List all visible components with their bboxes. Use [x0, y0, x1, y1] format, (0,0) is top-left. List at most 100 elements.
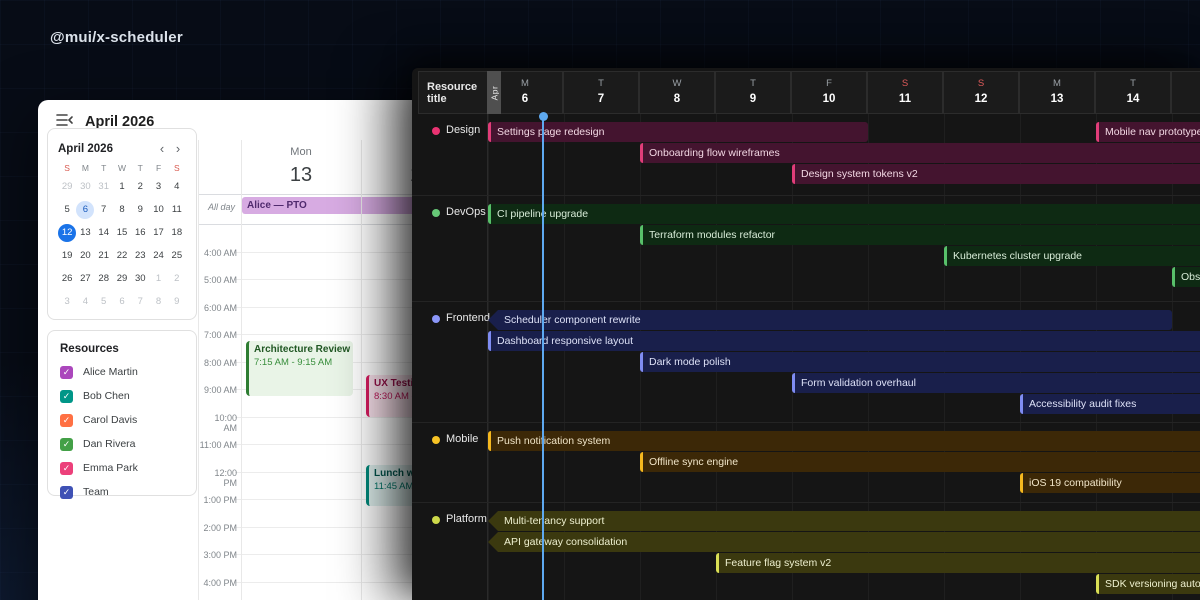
sidebar-collapse-icon[interactable] — [56, 113, 74, 127]
calendar-day[interactable]: 4 — [168, 175, 186, 198]
timeline-resource-row: DevOpsCI pipeline upgradeTerraform modul… — [412, 196, 1200, 302]
day-letter: T — [716, 78, 790, 89]
calendar-day[interactable]: 3 — [149, 175, 167, 198]
resource-color-dot — [432, 315, 440, 323]
timeline-task-bar[interactable]: Settings page redesign — [488, 122, 868, 142]
resource-name: DevOps — [446, 206, 486, 218]
timeline-task-bar[interactable]: Scheduler component rewrite — [488, 310, 1172, 330]
weekday-label: W — [113, 163, 131, 173]
calendar-day[interactable]: 7 — [95, 198, 113, 221]
timeline-task-bar[interactable]: Onboarding flow wireframes — [640, 143, 1200, 163]
calendar-day[interactable]: 7 — [131, 290, 149, 313]
calendar-day[interactable]: 28 — [95, 267, 113, 290]
calendar-day[interactable]: 9 — [131, 198, 149, 221]
calendar-day[interactable]: 25 — [168, 244, 186, 267]
calendar-day[interactable]: 21 — [95, 244, 113, 267]
resource-list-item[interactable]: ✓Alice Martin — [60, 365, 184, 379]
timeline-task-bar[interactable]: Observability stack — [1172, 267, 1200, 287]
resource-checkbox[interactable]: ✓ — [60, 414, 73, 427]
weekday-label: F — [149, 163, 167, 173]
resource-list-item[interactable]: ✓Bob Chen — [60, 389, 184, 403]
resource-color-dot — [432, 209, 440, 217]
calendar-day-number: 29 — [113, 270, 131, 288]
calendar-day[interactable]: 22 — [113, 244, 131, 267]
calendar-day[interactable]: 14 — [95, 221, 113, 244]
timeline-task-bar[interactable]: Design system tokens v2 — [792, 164, 1200, 184]
calendar-day[interactable]: 20 — [76, 244, 94, 267]
timeline-task-bar[interactable]: Kubernetes cluster upgrade — [944, 246, 1200, 266]
calendar-day[interactable]: 10 — [149, 198, 167, 221]
timeline-task-bar[interactable]: Terraform modules refactor — [640, 225, 1200, 245]
resource-checkbox[interactable]: ✓ — [60, 462, 73, 475]
timeline-task-bar[interactable]: Push notification system — [488, 431, 1200, 451]
timeline-task-bar[interactable]: Mobile nav prototype — [1096, 122, 1200, 142]
calendar-day-number: 27 — [76, 270, 94, 288]
timeline-day-cell: M13 — [1019, 71, 1095, 114]
timeline-task-bar[interactable]: Feature flag system v2 — [716, 553, 1200, 573]
timeline-task-bar[interactable]: Dashboard responsive layout — [488, 331, 1200, 351]
prev-month-button[interactable]: ‹ — [154, 141, 170, 157]
day-column-header[interactable]: Mon13 — [241, 146, 361, 187]
calendar-day[interactable]: 27 — [76, 267, 94, 290]
day-letter: F — [792, 78, 866, 89]
calendar-day[interactable]: 24 — [149, 244, 167, 267]
calendar-day[interactable]: 11 — [168, 198, 186, 221]
next-month-button[interactable]: › — [170, 141, 186, 157]
calendar-day[interactable]: 30 — [76, 175, 94, 198]
calendar-day-number: 24 — [150, 247, 168, 265]
resource-list-item[interactable]: ✓Team — [60, 485, 184, 499]
calendar-day[interactable]: 13 — [76, 221, 94, 244]
resource-checkbox[interactable]: ✓ — [60, 366, 73, 379]
calendar-day[interactable]: 9 — [168, 290, 186, 313]
calendar-day[interactable]: 12 — [58, 221, 76, 244]
resource-checkbox[interactable]: ✓ — [60, 486, 73, 499]
resource-checkbox[interactable]: ✓ — [60, 390, 73, 403]
resource-list-item[interactable]: ✓Dan Rivera — [60, 437, 184, 451]
calendar-day[interactable]: 17 — [149, 221, 167, 244]
timeline-task-bar[interactable]: Offline sync engine — [640, 452, 1200, 472]
resource-checkbox[interactable]: ✓ — [60, 438, 73, 451]
calendar-day[interactable]: 29 — [113, 267, 131, 290]
timeline-task-bar[interactable]: Dark mode polish — [640, 352, 1200, 372]
timeline-task-bar[interactable]: iOS 19 compatibility — [1020, 473, 1200, 493]
timeline-resource-row: MobilePush notification systemOffline sy… — [412, 423, 1200, 503]
resource-list-item[interactable]: ✓Emma Park — [60, 461, 184, 475]
calendar-day[interactable]: 1 — [113, 175, 131, 198]
calendar-day[interactable]: 16 — [131, 221, 149, 244]
calendar-day[interactable]: 19 — [58, 244, 76, 267]
calendar-day[interactable]: 8 — [113, 198, 131, 221]
calendar-day[interactable]: 1 — [149, 267, 167, 290]
resource-list-item[interactable]: ✓Carol Davis — [60, 413, 184, 427]
timeline-task-bar[interactable]: Multi-tenancy support — [488, 511, 1200, 531]
weekday-header-row: SMTWTFS — [58, 163, 186, 173]
calendar-day[interactable]: 4 — [76, 290, 94, 313]
calendar-day[interactable]: 26 — [58, 267, 76, 290]
timeline-task-bar[interactable]: Form validation overhaul — [792, 373, 1200, 393]
calendar-day[interactable]: 6 — [76, 198, 94, 221]
calendar-day[interactable]: 29 — [58, 175, 76, 198]
calendar-day[interactable]: 5 — [95, 290, 113, 313]
calendar-day[interactable]: 31 — [95, 175, 113, 198]
day-view-event[interactable]: Architecture Review7:15 AM - 9:15 AM — [246, 341, 353, 396]
calendar-day[interactable]: 8 — [149, 290, 167, 313]
calendar-day[interactable]: 18 — [168, 221, 186, 244]
calendar-day[interactable]: 3 — [58, 290, 76, 313]
calendar-day-number: 20 — [76, 247, 94, 265]
calendar-day[interactable]: 2 — [168, 267, 186, 290]
calendar-day[interactable]: 6 — [113, 290, 131, 313]
calendar-day-number: 15 — [113, 224, 131, 242]
calendar-day[interactable]: 15 — [113, 221, 131, 244]
calendar-day-number: 6 — [76, 201, 94, 219]
timeline-day-cell: W15 — [1171, 71, 1200, 114]
timeline-task-bar[interactable]: CI pipeline upgrade — [488, 204, 1200, 224]
calendar-day[interactable]: 30 — [131, 267, 149, 290]
calendar-day[interactable]: 2 — [131, 175, 149, 198]
calendar-week-row: 19202122232425 — [58, 244, 186, 267]
time-label: 12:00 PM — [199, 468, 237, 488]
timeline-task-bar[interactable]: Accessibility audit fixes — [1020, 394, 1200, 414]
timeline-task-bar[interactable]: API gateway consolidation — [488, 532, 1200, 552]
calendar-day[interactable]: 23 — [131, 244, 149, 267]
day-number: 13 — [241, 164, 361, 187]
timeline-task-bar[interactable]: SDK versioning automation — [1096, 574, 1200, 594]
calendar-day[interactable]: 5 — [58, 198, 76, 221]
